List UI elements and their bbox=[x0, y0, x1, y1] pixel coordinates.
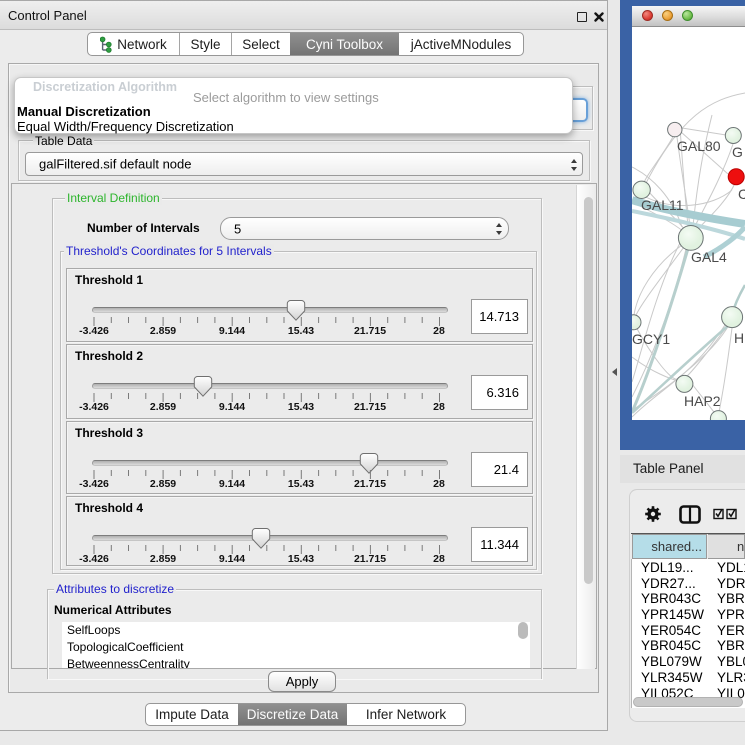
svg-text:G: G bbox=[732, 144, 743, 160]
svg-text:H: H bbox=[734, 330, 744, 346]
svg-text:GAL11: GAL11 bbox=[641, 197, 684, 213]
svg-text:GCY1: GCY1 bbox=[632, 331, 670, 347]
svg-text:HAP2: HAP2 bbox=[684, 393, 721, 409]
svg-text:GAL4: GAL4 bbox=[691, 249, 727, 265]
svg-text:GAL80: GAL80 bbox=[677, 138, 721, 154]
svg-text:C: C bbox=[738, 186, 745, 202]
